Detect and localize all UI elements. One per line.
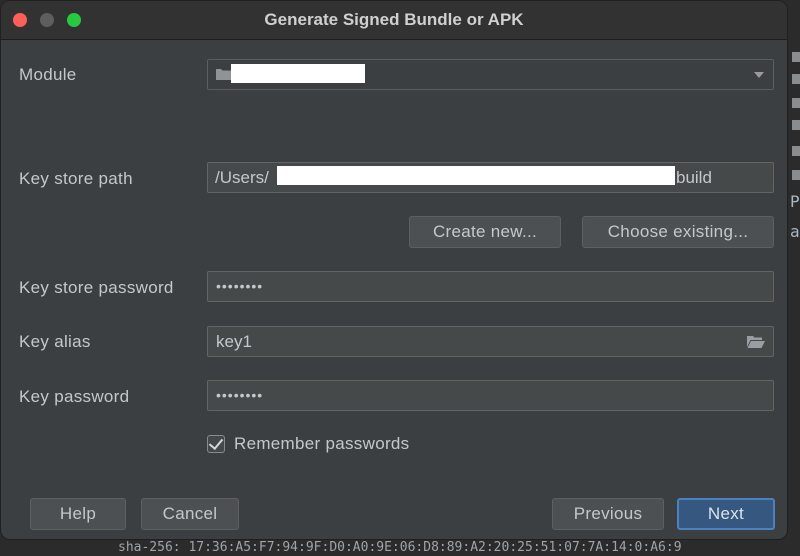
background-text-bottom: sha-256: 17:36:A5:F7:94:9F:D0:A0:9E:06:D… <box>118 540 682 555</box>
previous-button[interactable]: Previous <box>552 498 664 530</box>
key-alias-value: key1 <box>216 332 252 351</box>
folder-open-icon[interactable] <box>747 335 765 348</box>
key-password-label: Key password <box>19 387 130 406</box>
checkmark-icon <box>208 434 224 451</box>
keystore-password-value: •••••••• <box>216 278 264 294</box>
folder-icon <box>216 69 231 80</box>
choose-existing-button[interactable]: Choose existing... <box>582 216 774 248</box>
screen: P a sha-256: 17:36:A5:F7:94:9F:D0:A0:9E:… <box>0 0 800 556</box>
module-label: Module <box>19 65 77 84</box>
background-marker <box>792 146 800 156</box>
remember-passwords-checkbox[interactable] <box>207 434 225 453</box>
background-text: a <box>790 222 800 241</box>
next-button[interactable]: Next <box>677 498 775 530</box>
keystore-password-label: Key store password <box>19 278 174 297</box>
keystore-path-suffix: build <box>676 168 712 187</box>
create-new-button[interactable]: Create new... <box>409 216 561 248</box>
help-button[interactable]: Help <box>30 498 126 530</box>
key-alias-label: Key alias <box>19 332 91 351</box>
background-marker <box>792 170 800 180</box>
background-marker <box>792 120 800 130</box>
key-alias-input[interactable]: key1 <box>207 326 774 357</box>
keystore-password-input[interactable]: •••••••• <box>207 271 774 302</box>
title-bar: Generate Signed Bundle or APK <box>1 1 787 40</box>
key-password-input[interactable]: •••••••• <box>207 380 774 411</box>
background-marker <box>792 52 800 62</box>
background-text: P <box>790 192 800 211</box>
background-marker <box>792 98 800 108</box>
redacted-module-name <box>231 64 365 83</box>
background-marker <box>792 74 800 84</box>
keystore-path-prefix: /Users/ <box>215 168 269 187</box>
redacted-keystore-path <box>277 166 675 185</box>
remember-passwords-label[interactable]: Remember passwords <box>234 434 409 454</box>
cancel-button[interactable]: Cancel <box>141 498 239 530</box>
key-password-value: •••••••• <box>216 387 264 403</box>
dialog-title: Generate Signed Bundle or APK <box>264 10 524 29</box>
dialog-window: Generate Signed Bundle or APK Module Key… <box>0 0 788 540</box>
chevron-down-icon <box>754 72 764 78</box>
keystore-path-label: Key store path <box>19 169 133 188</box>
